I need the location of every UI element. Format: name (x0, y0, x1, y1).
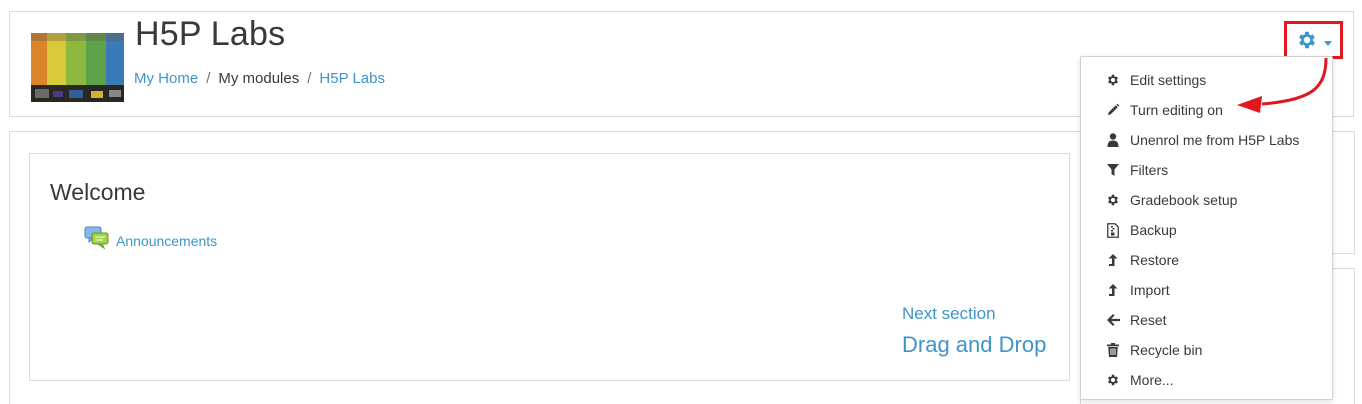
next-section-link[interactable]: Drag and Drop (902, 332, 1046, 358)
breadcrumb: My Home / My modules / H5P Labs (134, 70, 385, 87)
menu-item-label: Gradebook setup (1130, 192, 1238, 208)
breadcrumb-item-my-modules: My modules (218, 70, 300, 87)
menu-item-label: Recycle bin (1130, 342, 1203, 358)
menu-item-filters[interactable]: Filters (1081, 155, 1332, 185)
gear-icon (1106, 72, 1120, 88)
level-up-icon (1106, 282, 1120, 298)
menu-item-more[interactable]: More... (1081, 365, 1332, 395)
menu-item-import[interactable]: Import (1081, 275, 1332, 305)
menu-item-gradebook-setup[interactable]: Gradebook setup (1081, 185, 1332, 215)
menu-item-restore[interactable]: Restore (1081, 245, 1332, 275)
file-zip-icon (1106, 222, 1120, 238)
menu-item-unenrol[interactable]: Unenrol me from H5P Labs (1081, 125, 1332, 155)
level-up-icon (1106, 252, 1120, 268)
menu-item-reset[interactable]: Reset (1081, 305, 1332, 335)
gear-icon (1106, 192, 1120, 208)
menu-item-recycle-bin[interactable]: Recycle bin (1081, 335, 1332, 365)
chevron-down-icon (1324, 41, 1332, 46)
activity-announcements[interactable]: Announcements (84, 226, 217, 255)
menu-item-label: Turn editing on (1130, 102, 1223, 118)
menu-item-label: Import (1130, 282, 1170, 298)
menu-item-label: Restore (1130, 252, 1180, 268)
arrow-left-icon (1106, 312, 1120, 328)
forum-icon (84, 226, 110, 255)
breadcrumb-separator: / (307, 70, 312, 87)
menu-item-edit-settings[interactable]: Edit settings (1081, 65, 1332, 95)
pencil-icon (1106, 102, 1120, 118)
gear-icon (1296, 29, 1318, 56)
course-logo (31, 33, 124, 102)
settings-menu-trigger[interactable] (1284, 21, 1343, 59)
section-title: Welcome (50, 179, 146, 205)
page-title: H5P Labs (135, 15, 286, 53)
breadcrumb-item-my-home[interactable]: My Home (134, 70, 198, 87)
menu-item-label: More... (1130, 372, 1174, 388)
menu-item-label: Edit settings (1130, 72, 1207, 88)
menu-item-label: Unenrol me from H5P Labs (1130, 132, 1300, 148)
menu-item-turn-editing-on[interactable]: Turn editing on (1081, 95, 1332, 125)
gear-icon (1106, 372, 1120, 388)
user-icon (1106, 132, 1120, 148)
filter-icon (1106, 162, 1120, 178)
breadcrumb-item-course[interactable]: H5P Labs (319, 70, 385, 87)
next-section-label: Next section (902, 304, 996, 323)
menu-item-label: Filters (1130, 162, 1169, 178)
menu-item-label: Backup (1130, 222, 1177, 238)
trash-icon (1106, 342, 1120, 358)
menu-item-label: Reset (1130, 312, 1167, 328)
activity-link[interactable]: Announcements (116, 233, 217, 249)
breadcrumb-separator: / (206, 70, 211, 87)
settings-dropdown-menu: Edit settings Turn editing on Unenrol me… (1080, 56, 1333, 400)
menu-item-backup[interactable]: Backup (1081, 215, 1332, 245)
